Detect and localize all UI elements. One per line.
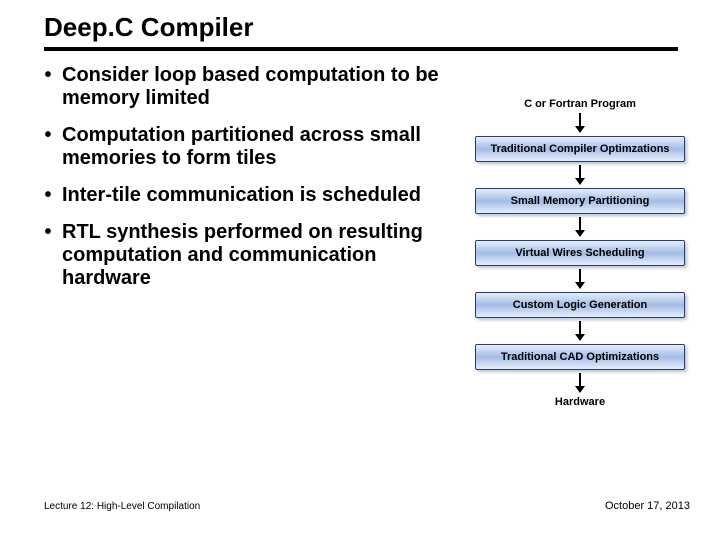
bullet-text: Computation partitioned across small mem… — [62, 124, 450, 170]
bullet-dot: • — [40, 124, 56, 147]
footer-lecture: Lecture 12: High-Level Compilation — [44, 501, 200, 512]
list-item: • Computation partitioned across small m… — [40, 124, 450, 170]
diagram-output-label: Hardware — [555, 396, 605, 408]
arrow-down-icon — [572, 165, 588, 185]
arrow-down-icon — [572, 113, 588, 133]
arrow-down-icon — [572, 373, 588, 393]
bullet-text: RTL synthesis performed on resulting com… — [62, 221, 450, 290]
list-item: • Consider loop based computation to be … — [40, 64, 450, 110]
footer-date: October 17, 2013 — [605, 500, 690, 512]
list-item: • RTL synthesis performed on resulting c… — [40, 221, 450, 290]
arrow-down-icon — [572, 321, 588, 341]
diagram-stage: Virtual Wires Scheduling — [475, 240, 685, 266]
arrow-down-icon — [572, 269, 588, 289]
list-item: • Inter-tile communication is scheduled — [40, 184, 450, 207]
diagram-stage: Traditional Compiler Optimzations — [475, 136, 685, 162]
slide-title: Deep.C Compiler — [44, 12, 678, 51]
diagram-input-label: C or Fortran Program — [524, 98, 636, 110]
diagram-stage: Small Memory Partitioning — [475, 188, 685, 214]
bullet-list: • Consider loop based computation to be … — [40, 64, 450, 304]
bullet-text: Consider loop based computation to be me… — [62, 64, 450, 110]
bullet-dot: • — [40, 64, 56, 87]
arrow-down-icon — [572, 217, 588, 237]
bullet-text: Inter-tile communication is scheduled — [62, 184, 450, 207]
pipeline-diagram: C or Fortran Program Traditional Compile… — [464, 96, 696, 410]
bullet-dot: • — [40, 184, 56, 207]
diagram-stage: Custom Logic Generation — [475, 292, 685, 318]
diagram-stage: Traditional CAD Optimizations — [475, 344, 685, 370]
bullet-dot: • — [40, 221, 56, 244]
